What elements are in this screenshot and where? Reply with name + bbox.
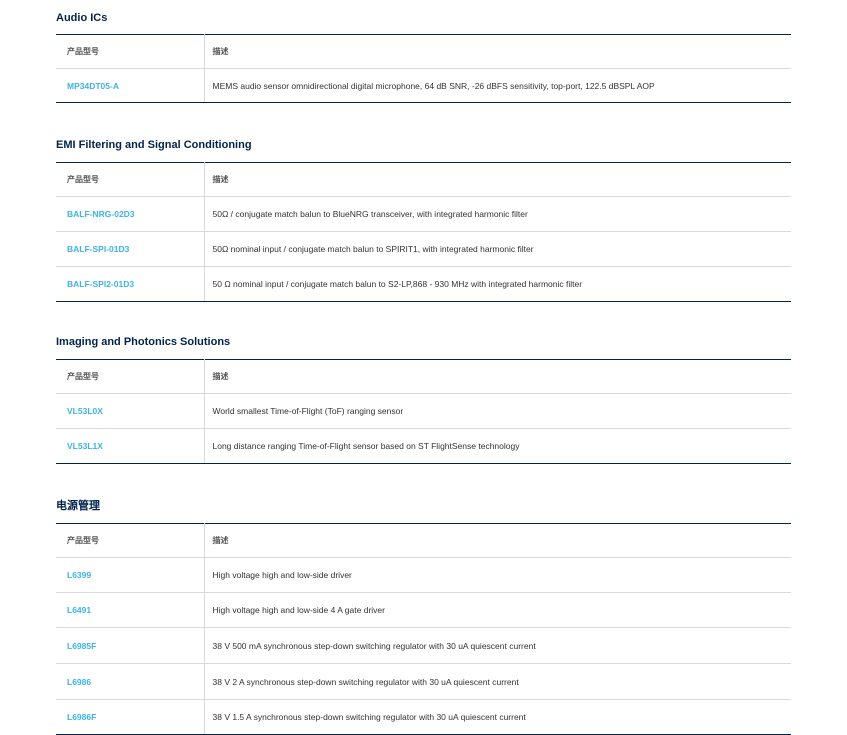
description-cell: 50Ω / conjugate match balun to BlueNRG t…: [204, 196, 791, 232]
column-header-part-number: 产品型号: [56, 359, 205, 394]
table-row: L6491 High voltage high and low-side 4 A…: [56, 592, 791, 628]
table-header-row: 产品型号 描述: [56, 162, 791, 197]
column-header-part-number: 产品型号: [56, 34, 205, 69]
part-cell: VL53L0X: [56, 393, 205, 429]
table-row: MP34DT05-A MEMS audio sensor omnidirecti…: [56, 68, 791, 103]
product-list-page: Audio ICs 产品型号 描述 MP34DT05-A MEMS audio …: [0, 0, 847, 735]
section-title: Imaging and Photonics Solutions: [56, 336, 231, 348]
product-table: 产品型号 描述 BALF-NRG-02D3 50Ω / conjugate ma…: [56, 162, 791, 302]
column-header-description: 描述: [204, 523, 791, 558]
part-cell: L6986: [56, 663, 205, 700]
section-title: EMI Filtering and Signal Conditioning: [56, 139, 252, 151]
table-row: BALF-SPI2-01D3 50 Ω nominal input / conj…: [56, 266, 791, 302]
part-number-link[interactable]: BALF-NRG-02D3: [67, 209, 135, 219]
part-cell: BALF-NRG-02D3: [56, 196, 205, 232]
table-row: BALF-SPI-01D3 50Ω nominal input / conjug…: [56, 231, 791, 267]
part-cell: L6491: [56, 592, 205, 628]
table-row: L6986F 38 V 1.5 A synchronous step-down …: [56, 699, 791, 735]
section-power-management: 电源管理 产品型号 描述 L6399 High voltage high and…: [56, 489, 791, 735]
table-header-row: 产品型号 描述: [56, 34, 791, 69]
part-cell: L6985F: [56, 627, 205, 664]
part-number-link[interactable]: BALF-SPI2-01D3: [67, 279, 134, 289]
description-cell: High voltage high and low-side 4 A gate …: [204, 592, 791, 628]
part-number-link[interactable]: L6491: [67, 605, 91, 615]
table-row: VL53L1X Long distance ranging Time-of-Fl…: [56, 428, 791, 464]
column-header-description: 描述: [204, 359, 791, 394]
product-table: 产品型号 描述 L6399 High voltage high and low-…: [56, 523, 791, 735]
part-number-link[interactable]: BALF-SPI-01D3: [67, 244, 129, 254]
column-header-part-number: 产品型号: [56, 523, 205, 558]
product-table: 产品型号 描述 VL53L0X World smallest Time-of-F…: [56, 359, 791, 464]
table-header-row: 产品型号 描述: [56, 523, 791, 558]
part-cell: L6399: [56, 557, 205, 593]
description-cell: Long distance ranging Time-of-Flight sen…: [204, 428, 791, 464]
part-cell: MP34DT05-A: [56, 68, 205, 103]
section-title: Audio ICs: [56, 12, 108, 24]
description-cell: 38 V 2 A synchronous step-down switching…: [204, 663, 791, 700]
table-header-row: 产品型号 描述: [56, 359, 791, 394]
description-cell: 50Ω nominal input / conjugate match balu…: [204, 231, 791, 267]
column-header-part-number: 产品型号: [56, 162, 205, 197]
part-cell: L6986F: [56, 699, 205, 735]
description-cell: High voltage high and low-side driver: [204, 557, 791, 593]
table-row: L6985F 38 V 500 mA synchronous step-down…: [56, 627, 791, 664]
description-cell: 50 Ω nominal input / conjugate match bal…: [204, 266, 791, 302]
table-row: L6399 High voltage high and low-side dri…: [56, 557, 791, 593]
part-number-link[interactable]: L6399: [67, 570, 91, 580]
part-number-link[interactable]: L6986F: [67, 712, 96, 722]
part-cell: BALF-SPI2-01D3: [56, 266, 205, 302]
column-header-description: 描述: [204, 34, 791, 69]
part-number-link[interactable]: VL53L1X: [67, 441, 103, 451]
table-row: VL53L0X World smallest Time-of-Flight (T…: [56, 393, 791, 429]
part-number-link[interactable]: MP34DT05-A: [67, 81, 119, 91]
section-imaging-photonics: Imaging and Photonics Solutions 产品型号 描述 …: [56, 325, 791, 464]
description-cell: MEMS audio sensor omnidirectional digita…: [204, 68, 791, 103]
part-number-link[interactable]: L6986: [67, 677, 91, 687]
part-cell: BALF-SPI-01D3: [56, 231, 205, 267]
column-header-description: 描述: [204, 162, 791, 197]
product-table: 产品型号 描述 MP34DT05-A MEMS audio sensor omn…: [56, 34, 791, 103]
part-number-link[interactable]: L6985F: [67, 641, 96, 651]
description-cell: 38 V 500 mA synchronous step-down switch…: [204, 627, 791, 664]
section-audio-ics: Audio ICs 产品型号 描述 MP34DT05-A MEMS audio …: [56, 0, 791, 103]
description-cell: 38 V 1.5 A synchronous step-down switchi…: [204, 699, 791, 735]
table-row: L6986 38 V 2 A synchronous step-down swi…: [56, 663, 791, 700]
section-title: 电源管理: [56, 500, 100, 512]
part-number-link[interactable]: VL53L0X: [67, 406, 103, 416]
description-cell: World smallest Time-of-Flight (ToF) rang…: [204, 393, 791, 429]
section-emi-filtering: EMI Filtering and Signal Conditioning 产品…: [56, 128, 791, 302]
table-row: BALF-NRG-02D3 50Ω / conjugate match balu…: [56, 196, 791, 232]
part-cell: VL53L1X: [56, 428, 205, 464]
